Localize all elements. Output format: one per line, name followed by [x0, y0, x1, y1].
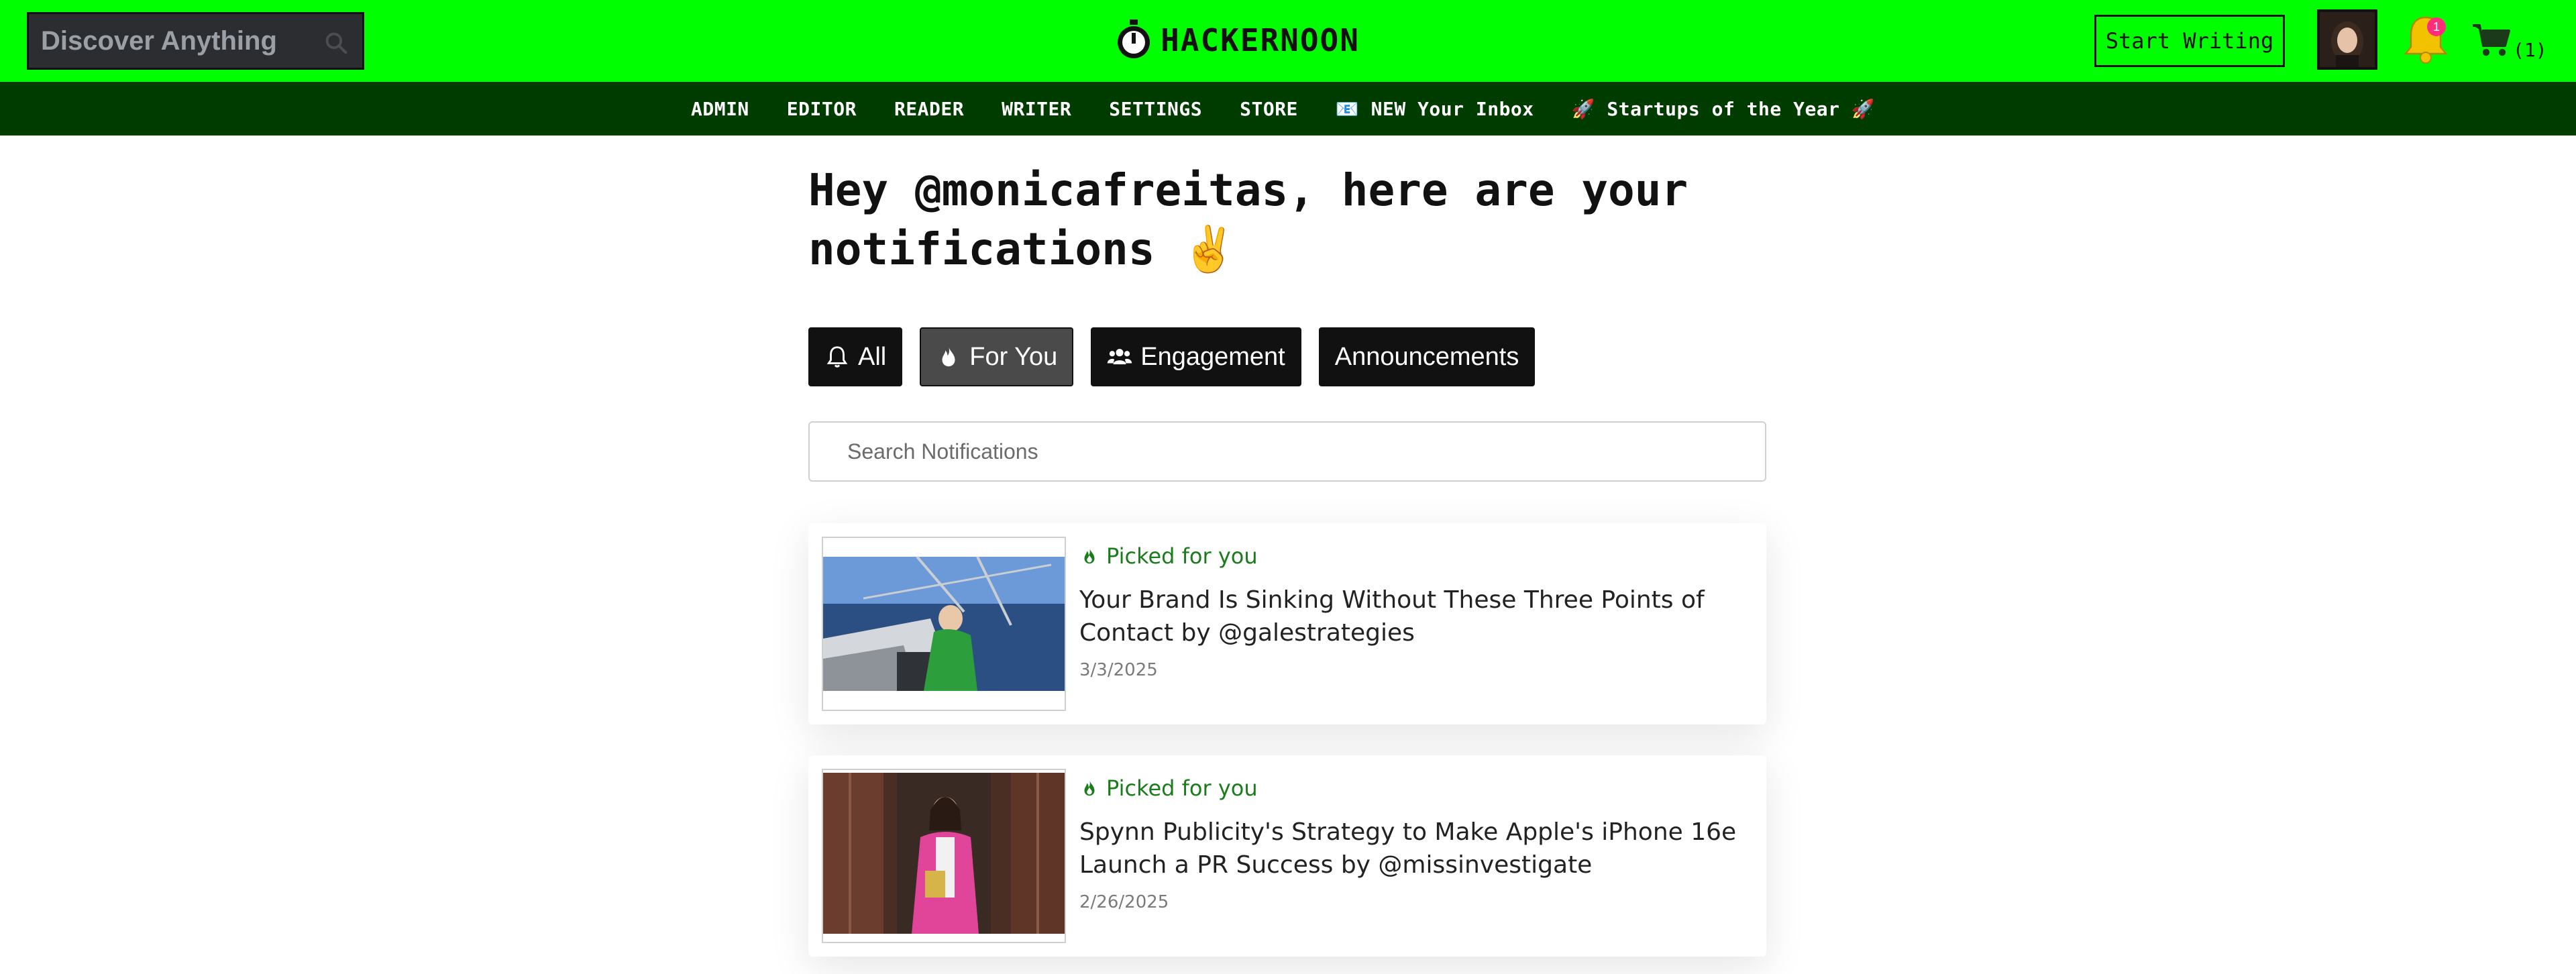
notification-title[interactable]: Spynn Publicity's Strategy to Make Apple…	[1079, 816, 1757, 881]
start-writing-button[interactable]: Start Writing	[2094, 15, 2285, 67]
nav-item-editor[interactable]: EDITOR	[787, 98, 857, 120]
cart-count: (1)	[2513, 39, 2547, 61]
notification-search-box[interactable]	[808, 421, 1766, 482]
search-icon[interactable]	[323, 30, 349, 56]
nav-item-writer[interactable]: WRITER	[1002, 98, 1071, 120]
nav-item-reader[interactable]: READER	[894, 98, 964, 120]
picked-for-you-tag: Picked for you	[1079, 543, 1757, 569]
nav-item-inbox[interactable]: 📧 NEW Your Inbox	[1336, 98, 1534, 120]
filter-announcements-button[interactable]: Announcements	[1318, 327, 1536, 386]
bell-icon	[826, 346, 848, 368]
picked-for-you-label: Picked for you	[1106, 775, 1258, 801]
notification-card[interactable]: Picked for you Spynn Publicity's Strateg…	[808, 755, 1766, 957]
nav-item-startups-of-the-year[interactable]: 🚀 Startups of the Year 🚀	[1572, 98, 1876, 120]
notification-thumbnail[interactable]	[822, 769, 1066, 943]
filter-all-label: All	[858, 342, 887, 371]
notification-thumbnail[interactable]	[822, 537, 1066, 711]
filter-for-you-label: For You	[969, 342, 1058, 371]
notification-count-badge: 1	[2427, 17, 2446, 36]
users-icon	[1108, 349, 1132, 365]
notification-card[interactable]: Picked for you Your Brand Is Sinking Wit…	[808, 523, 1766, 724]
page-title: Hey @monicafreitas, here are your notifi…	[808, 164, 1688, 275]
notifications-main: Hey @monicafreitas, here are your notifi…	[808, 161, 1768, 957]
cart-icon[interactable]	[2471, 21, 2512, 59]
avatar-image	[2320, 12, 2375, 67]
notification-title[interactable]: Your Brand Is Sinking Without These Thre…	[1079, 584, 1757, 649]
flame-icon	[1084, 779, 1095, 796]
global-search-box[interactable]	[27, 12, 364, 70]
woman-pink-jacket-photo-image	[823, 770, 1065, 942]
user-avatar[interactable]	[2317, 9, 2377, 70]
hackernoon-logo[interactable]: HACKERNOON	[1115, 19, 1360, 62]
nav-item-settings[interactable]: SETTINGS	[1109, 98, 1202, 120]
filter-announcements-label: Announcements	[1334, 342, 1519, 371]
nav-item-store[interactable]: STORE	[1240, 98, 1298, 120]
notification-date: 3/3/2025	[1079, 660, 1158, 680]
nav-item-admin[interactable]: ADMIN	[691, 98, 749, 120]
notification-search-input[interactable]	[810, 423, 1765, 480]
filter-engagement-label: Engagement	[1140, 342, 1285, 371]
filter-all-button[interactable]: All	[808, 327, 903, 386]
logo-text: HACKERNOON	[1161, 22, 1360, 58]
filter-for-you-button[interactable]: For You	[920, 327, 1074, 386]
notification-date: 2/26/2025	[1079, 892, 1169, 912]
picked-for-you-label: Picked for you	[1106, 543, 1258, 569]
nav-bar: ADMIN EDITOR READER WRITER SETTINGS STOR…	[0, 82, 2576, 136]
logo-timer-icon	[1118, 19, 1150, 58]
boat-photo-image	[823, 538, 1065, 710]
picked-for-you-tag: Picked for you	[1079, 775, 1757, 801]
notification-filters: All For You Engagement Announcements	[808, 327, 1536, 386]
filter-engagement-button[interactable]: Engagement	[1091, 327, 1301, 386]
flame-icon	[1084, 547, 1095, 564]
top-bar: HACKERNOON Start Writing 1 (1)	[0, 0, 2576, 82]
flame-icon	[942, 346, 955, 367]
global-search-input[interactable]	[29, 14, 362, 68]
